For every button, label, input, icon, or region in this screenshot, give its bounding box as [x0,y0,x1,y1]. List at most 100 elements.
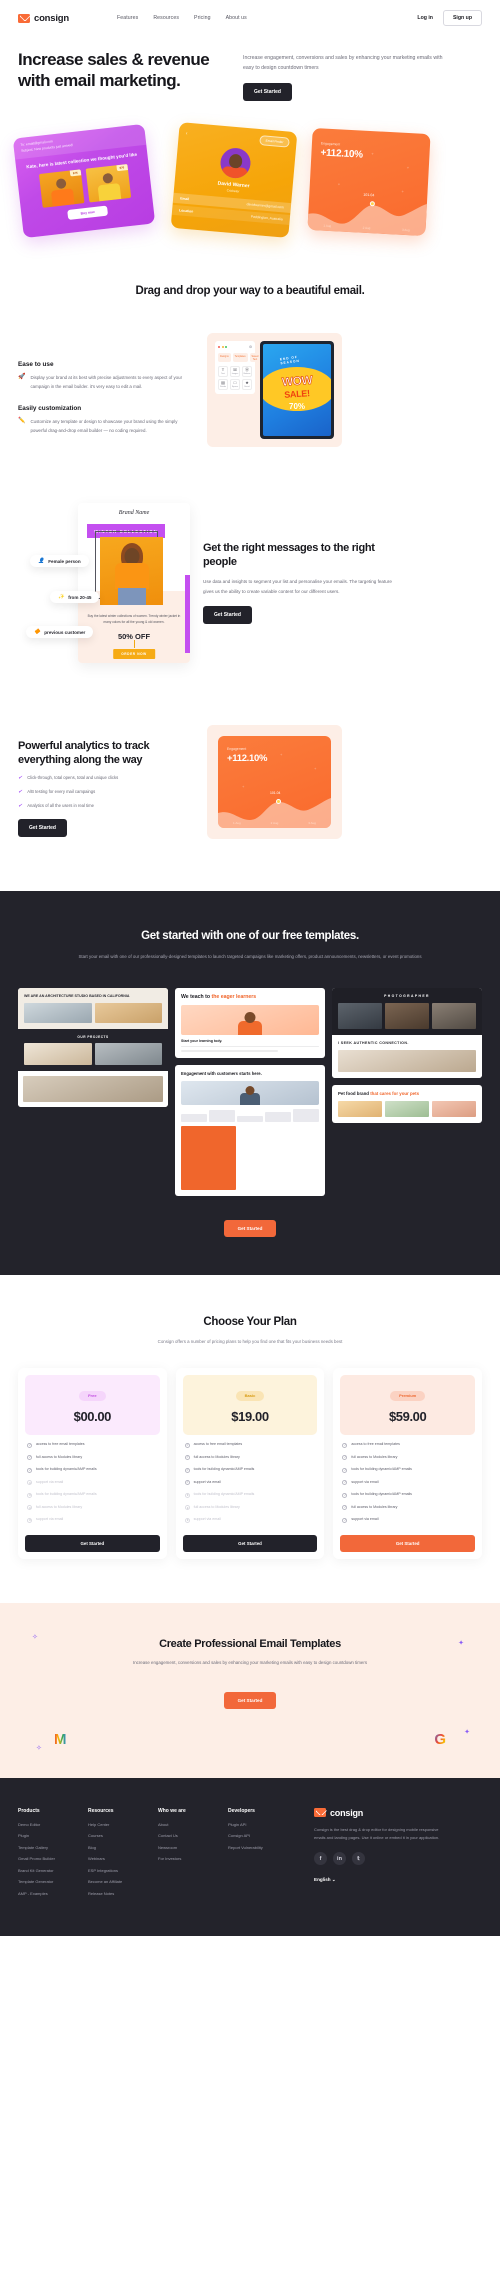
editor-preview: ⚙ Designs Templates Saved Text T Text ☒ [207,333,342,448]
section-title: Powerful analytics to track everything a… [18,740,150,767]
footer-link[interactable]: AMP - Examples [18,1891,88,1896]
product-thumb: $70 [85,164,131,203]
footer: Products Demo Editor Plugin Template Gal… [0,1777,500,1937]
plan-feature: access to free email templates [183,1442,318,1448]
linkedin-icon[interactable]: in [333,1852,346,1866]
template-headline: Pet food brand that cares for your pets [338,1091,476,1097]
pricing-section: Choose Your Plan Consign offers a number… [0,1275,500,1559]
signup-button[interactable]: Sign up [442,10,482,26]
footer-column-developers: Developers Plugin API Consign API Report… [228,1808,298,1903]
footer-link[interactable]: Webinars [88,1856,158,1861]
footer-link[interactable]: Demo Editor [18,1822,88,1827]
tool-social[interactable]: ★ Social [242,379,252,391]
facebook-icon[interactable]: f [314,1852,327,1866]
nav-link-resources[interactable]: Resources [153,15,179,21]
bullet-text: A/B testing for every mail campaings [27,789,96,795]
female-icon: 👤 [38,557,45,564]
plan-feature: full access to Modules library [340,1455,475,1461]
tab-templates[interactable]: Templates [232,353,248,363]
tab-designs[interactable]: Designs [218,353,231,363]
sparkle-icon: ✦ [458,1639,464,1647]
messages-get-started-button[interactable]: Get Started [203,605,252,624]
divider-icon: ▤ [221,380,225,386]
analytics-bullet: ✔ A/B testing for every mail campaings [18,789,193,795]
plan-cta-free[interactable]: Get Started [25,1534,160,1552]
tool-spacer[interactable]: □ Spacer [230,379,240,391]
nav-link-features[interactable]: Features [117,15,138,21]
segment-tag-customer: 🔶 previous customer [26,626,94,639]
buy-now-button[interactable]: Buy now [67,205,109,221]
order-now-button[interactable]: ORDER NOW [113,649,155,660]
nav-links: Features Resources Pricing About us [117,15,247,21]
template-card-teach[interactable]: We teach to the eager learners Start you… [175,987,325,1058]
footer-link[interactable]: Help Center [88,1822,158,1827]
feature-text: full access to Modules library [193,1454,240,1459]
editor-canvas[interactable]: END OF SEASON WOW SALE! 70% [260,341,334,440]
footer-link[interactable]: Report Vulnerability [228,1845,298,1850]
gmail-logo-icon: M [54,1730,67,1748]
footer-link[interactable]: Template Generator [18,1879,88,1884]
plan-feature: support via email [183,1480,318,1486]
template-card-photographer[interactable]: PHOTOGRAPHER I SEEK AUTHENTIC CONNECTION… [332,987,482,1079]
footer-link[interactable]: Courses [88,1833,158,1838]
tool-divider[interactable]: ▤ Divider [218,379,228,391]
brand-logo[interactable]: consign [18,13,69,24]
gear-icon[interactable]: ⚙ [249,345,252,349]
back-icon[interactable]: ‹ [186,131,188,137]
footer-link[interactable]: Newsroom [158,1845,228,1850]
plan-price: $59.00 [388,1409,427,1425]
footer-logo[interactable]: consign [314,1808,442,1818]
templates-get-started-button[interactable]: Get Started [223,1219,277,1237]
hero-section: Increase sales & revenue with email mark… [0,36,500,102]
footer-heading: Resources [88,1807,114,1814]
nav-actions: Log in Sign up [417,10,482,26]
hero-copy: Increase sales & revenue with email mark… [18,50,233,101]
tool-label: Social [244,386,250,389]
sparkle-icon: ✧ [32,1633,38,1641]
canvas-eyebrow: END OF SEASON [279,355,301,366]
plan-feature: support via email [25,1517,160,1523]
footer-link[interactable]: ESP Integrations [88,1868,158,1873]
tool-images[interactable]: ☒ Images [230,366,240,378]
tool-buttons[interactable]: Ⓐ Buttons [242,366,252,378]
envelope-icon [314,1808,326,1818]
engagement-point-label: 101.04 [363,192,375,198]
cta-get-started-button[interactable]: Get Started [223,1691,277,1709]
plan-cta-basic[interactable]: Get Started [182,1534,318,1552]
footer-link[interactable]: Contact Us [158,1833,228,1838]
plan-cta-premium[interactable]: Get Started [340,1534,475,1552]
template-sub: Start your learning tody. [181,1038,223,1043]
hero-get-started-button[interactable]: Get Started [243,83,292,102]
nav-link-about[interactable]: About us [226,15,247,21]
footer-link[interactable]: Become an Affiliate [88,1879,158,1884]
tab-saved-text[interactable]: Saved Text [249,353,261,363]
tool-text[interactable]: T Text [218,366,228,378]
footer-link[interactable]: About [158,1822,228,1827]
analytics-get-started-button[interactable]: Get Started [18,819,67,838]
footer-link[interactable]: Plugin API [228,1822,298,1827]
tool-label: Divider [219,386,227,389]
canvas-sale-text: SALE! [283,388,311,401]
language-selector[interactable]: English ⌄ [314,1877,442,1883]
footer-link[interactable]: Brand Kit Generator [18,1868,88,1873]
feature-text: tools for building dynamic/AMP emails [36,1492,97,1497]
messages-section: Brand Name WINTER COLLECTION Buy the lat… [0,493,500,673]
footer-link[interactable]: Consign API [228,1833,298,1838]
login-link[interactable]: Log in [417,15,433,21]
nav-link-pricing[interactable]: Pricing [194,15,211,21]
language-label: English [314,1877,331,1883]
footer-link[interactable]: Gmail Promo Builder [18,1856,88,1861]
footer-link[interactable]: For Investors [158,1856,228,1861]
footer-link[interactable]: Blog [88,1845,158,1850]
hero-subtitle: Increase engagement, conversions and sal… [243,55,443,71]
footer-link[interactable]: Release Notes [88,1891,158,1896]
template-card-engagement[interactable]: Engagement with customers starts here. [175,1064,325,1196]
footer-link[interactable]: Plugin [18,1833,88,1838]
footer-link[interactable]: Template Gallery [18,1845,88,1850]
age-icon: ✨ [58,593,65,600]
template-card-pet[interactable]: Pet food brand that cares for your pets [332,1085,482,1124]
twitter-icon[interactable]: 𝕥 [352,1852,365,1866]
brand-name: consign [34,12,70,24]
template-card-architecture[interactable]: WE ARE AN ARCHITECTURE STUDIO BASED IN C… [18,987,168,1108]
headline-part-b: the eager learners [211,993,257,1000]
